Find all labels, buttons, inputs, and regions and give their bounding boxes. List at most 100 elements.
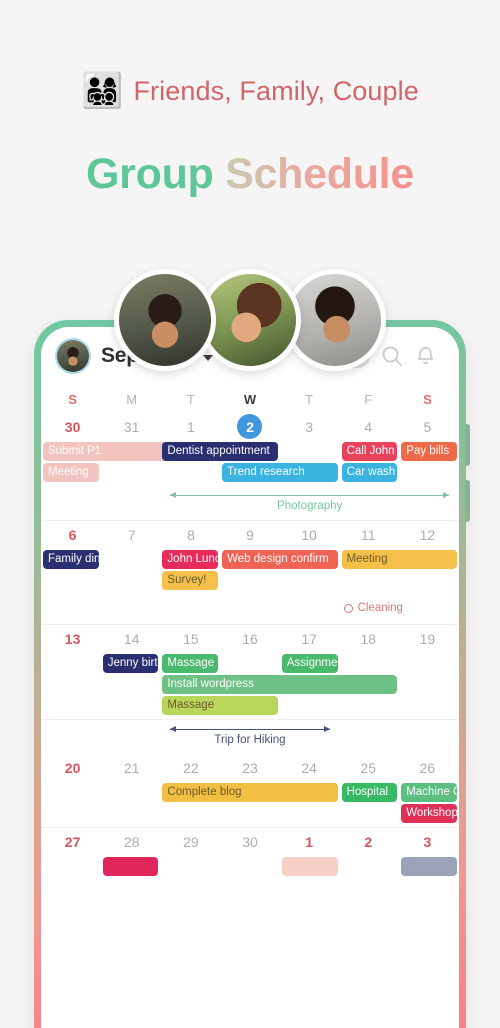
span-arrow[interactable] — [170, 492, 449, 498]
promo-tagline: 👨‍👩‍👧‍👦 Friends, Family, Couple — [0, 74, 500, 108]
event-bar[interactable]: Pay bills — [401, 442, 457, 461]
hero-avatar-1 — [114, 269, 216, 371]
event-bar[interactable]: Trend research — [222, 463, 338, 482]
day-cell-24[interactable]: 24 — [280, 760, 339, 776]
calendar-grid: 30 31 1 2 3 4 5 Submit P1 Dentist appointment Cal… — [41, 413, 459, 880]
page-title-part-1: Group — [86, 150, 226, 198]
hero-avatar-group — [114, 269, 386, 371]
span-label: Trip for Hiking — [214, 734, 286, 746]
volume-up-button[interactable] — [465, 424, 470, 466]
event-bar[interactable]: Massage — [162, 654, 219, 673]
day-cell-8[interactable]: 8 — [161, 527, 220, 543]
event-bar[interactable]: Assignmen — [281, 654, 338, 673]
day-cell-19[interactable]: 19 — [398, 631, 457, 647]
span-label: Photography — [277, 500, 343, 512]
phone-screen: Sep 2020 — [41, 327, 459, 1028]
calendar-week-4: 27 28 29 30 1 2 3 — [41, 827, 459, 880]
weekday-header-2: T — [186, 391, 195, 407]
day-cell-27[interactable]: 27 — [43, 834, 102, 850]
volume-down-button[interactable] — [465, 480, 470, 522]
phone-frame: Sep 2020 — [34, 320, 470, 1028]
event-bar[interactable]: Dentist appointment — [162, 442, 278, 461]
promo-tagline-text: Friends, Family, Couple — [133, 75, 419, 106]
event-area: Complete blogHospitalMachine Cl Workshop — [41, 781, 459, 827]
day-cell-4[interactable]: 4 — [339, 419, 398, 435]
event-bar[interactable]: Machine Cl — [401, 783, 457, 802]
event-bar[interactable] — [281, 857, 338, 876]
day-cell-3[interactable]: 3 — [280, 419, 339, 435]
day-cell-10[interactable]: 10 — [280, 527, 339, 543]
day-cell-5[interactable]: 5 — [398, 419, 457, 435]
calendar-week-2: 13141516171819Jenny birtMassageAssignmen… — [41, 624, 459, 719]
weekday-header-5: F — [364, 391, 373, 407]
page-title: Group Schedule — [0, 150, 500, 199]
event-bar[interactable]: Web design confirm — [222, 550, 338, 569]
calendar-week-0: 30 31 1 2 3 4 5 Submit P1 Dentist appointment Cal… — [41, 413, 459, 520]
weekday-header-6: S — [423, 391, 432, 407]
span-row: Trip for Hiking — [41, 720, 459, 754]
event-bar[interactable]: Hospital — [341, 783, 398, 802]
day-number-row: 6 7 8 9 10 11 12 — [41, 521, 459, 548]
day-cell-28[interactable]: 28 — [102, 834, 161, 850]
event-area: Submit P1 Dentist appointment Call John Pay… — [41, 440, 459, 486]
event-bar[interactable]: John Lunch — [162, 550, 219, 569]
day-cell-21[interactable]: 21 — [102, 760, 161, 776]
page-title-part-2: Schedule — [225, 150, 414, 198]
event-bar[interactable]: Install wordpress — [162, 675, 398, 694]
calendar-week-3: Trip for Hiking 20 21 22 23 24 25 26 Complete bl… — [41, 719, 459, 827]
day-number-row: 30 31 1 2 3 4 5 — [41, 413, 459, 440]
span-row: Photography — [41, 486, 459, 520]
day-cell-31[interactable]: 31 — [102, 419, 161, 435]
marker-label: Cleaning — [357, 602, 403, 614]
weekday-header-row: SMTWTFS — [41, 385, 459, 413]
event-bar[interactable]: Meeting — [341, 550, 457, 569]
weekday-header-0: S — [68, 391, 77, 407]
day-cell-23[interactable]: 23 — [220, 760, 279, 776]
day-cell-2[interactable]: 2 — [339, 834, 398, 850]
event-bar[interactable]: Family dinn — [43, 550, 99, 569]
day-cell-20[interactable]: 20 — [43, 760, 102, 776]
event-bar[interactable]: Jenny birt — [102, 654, 159, 673]
day-cell-11[interactable]: 11 — [339, 527, 398, 543]
event-bar[interactable]: Car wash — [341, 463, 398, 482]
event-area: Jenny birtMassageAssignmenInstall wordpr… — [41, 652, 459, 719]
day-cell-17[interactable]: 17 — [280, 631, 339, 647]
day-cell-3[interactable]: 3 — [398, 834, 457, 850]
event-area — [41, 855, 459, 880]
day-cell-22[interactable]: 22 — [161, 760, 220, 776]
span-arrow[interactable] — [170, 726, 330, 732]
event-area: Family dinn John LunchWeb design confirmM… — [41, 548, 459, 594]
day-cell-15[interactable]: 15 — [161, 631, 220, 647]
event-bar[interactable] — [401, 857, 457, 876]
event-bar[interactable]: Workshop — [401, 804, 457, 823]
bell-icon[interactable] — [414, 345, 437, 368]
weekday-header-3: W — [243, 391, 257, 407]
day-cell-26[interactable]: 26 — [398, 760, 457, 776]
day-number-row: 20 21 22 23 24 25 26 — [41, 754, 459, 781]
current-user-avatar[interactable] — [55, 338, 91, 374]
day-cell-7[interactable]: 7 — [102, 527, 161, 543]
event-bar[interactable]: Meeting — [43, 463, 99, 482]
event-marker[interactable]: Cleaning — [343, 602, 403, 614]
event-bar[interactable]: Survey! — [162, 571, 219, 590]
day-cell-18[interactable]: 18 — [339, 631, 398, 647]
calendar-week-1: 6789101112 Family dinn John LunchWeb desig… — [41, 520, 459, 624]
event-bar[interactable]: Call John — [341, 442, 398, 461]
day-cell-13[interactable]: 13 — [43, 631, 102, 647]
day-cell-25[interactable]: 25 — [339, 760, 398, 776]
day-cell-2[interactable]: 2 — [220, 414, 279, 439]
day-cell-30[interactable]: 30 — [43, 419, 102, 435]
day-cell-16[interactable]: 16 — [220, 631, 279, 647]
day-cell-30[interactable]: 30 — [220, 834, 279, 850]
event-bar[interactable]: Massage — [162, 696, 278, 715]
day-cell-9[interactable]: 9 — [220, 527, 279, 543]
day-cell-29[interactable]: 29 — [161, 834, 220, 850]
day-cell-1[interactable]: 1 — [161, 419, 220, 435]
day-cell-14[interactable]: 14 — [102, 631, 161, 647]
event-bar[interactable]: Complete blog — [162, 783, 338, 802]
day-cell-1[interactable]: 1 — [280, 834, 339, 850]
event-bar[interactable] — [102, 857, 159, 876]
day-cell-12[interactable]: 12 — [398, 527, 457, 543]
day-cell-6[interactable]: 6 — [43, 527, 102, 543]
weekday-header-1: M — [126, 391, 138, 407]
